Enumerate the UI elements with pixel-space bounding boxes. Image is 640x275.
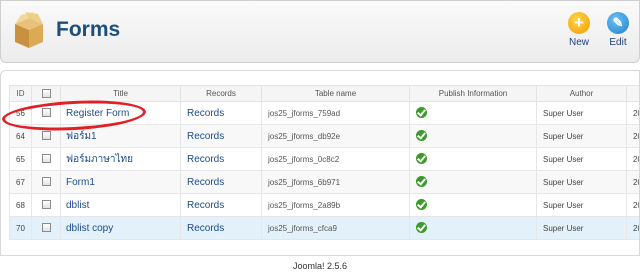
new-button[interactable]: + New [559, 12, 599, 48]
table-row: 65 ฟอร์มภาษาไทย Records jos25_jforms_0c8… [9, 147, 639, 171]
row-id: 67 [9, 170, 32, 194]
records-link[interactable]: Records [180, 193, 262, 217]
column-header-records: Records [180, 85, 262, 102]
column-header-author[interactable]: Author [536, 85, 627, 102]
row-id: 70 [9, 216, 32, 240]
table-row: 70 dblist copy Records jos25_jforms_cfca… [9, 216, 639, 240]
published-check-icon[interactable] [416, 107, 427, 119]
records-link[interactable]: Records [180, 124, 262, 148]
author: Super User [536, 170, 627, 194]
published-check-icon[interactable] [416, 153, 427, 165]
published-check-icon[interactable] [416, 176, 427, 188]
records-link[interactable]: Records [180, 147, 262, 171]
row-checkbox[interactable] [41, 177, 51, 187]
edit-button[interactable]: ✎ Edit [598, 12, 638, 48]
date: 20 [626, 193, 639, 217]
records-link[interactable]: Records [180, 101, 262, 125]
edit-button-label: Edit [609, 37, 627, 48]
toolbar-header: Forms + New ✎ Edit [0, 0, 640, 63]
published-check-icon[interactable] [416, 130, 427, 142]
date: 20 [626, 101, 639, 125]
form-title-link[interactable]: Form1 [60, 170, 181, 194]
row-checkbox[interactable] [41, 200, 51, 210]
date: 20 [626, 216, 639, 240]
column-header-select-all [31, 85, 61, 102]
table-row: 67 Form1 Records jos25_jforms_6b971 Supe… [9, 170, 639, 194]
table-name: jos25_jforms_6b971 [261, 170, 410, 194]
form-title-link[interactable]: dblist [60, 193, 181, 217]
select-all-checkbox[interactable] [41, 89, 51, 99]
row-checkbox[interactable] [41, 131, 51, 141]
date: 20 [626, 170, 639, 194]
author: Super User [536, 216, 627, 240]
author: Super User [536, 147, 627, 171]
table-row: 68 dblist Records jos25_jforms_2a89b Sup… [9, 193, 639, 217]
row-checkbox[interactable] [41, 223, 51, 233]
new-button-label: New [568, 37, 589, 48]
row-id: 65 [9, 147, 32, 171]
form-title-link[interactable]: dblist copy [60, 216, 181, 240]
column-header-table-name: Table name [261, 85, 410, 102]
version-footer: Joomla! 2.5.6 [292, 261, 348, 271]
plus-icon: + [568, 12, 590, 34]
form-title-link[interactable]: ฟอร์มภาษาไทย [60, 147, 181, 171]
pencil-icon: ✎ [607, 12, 629, 34]
published-check-icon[interactable] [416, 222, 427, 234]
table-name: jos25_jforms_cfca9 [261, 216, 410, 240]
row-checkbox[interactable] [41, 154, 51, 164]
column-header-title[interactable]: Title [60, 85, 181, 102]
table-name: jos25_jforms_db92e [261, 124, 410, 148]
forms-list-panel: ID Title Records Table name Publish Info… [0, 70, 640, 256]
table-name: jos25_jforms_2a89b [261, 193, 410, 217]
table-row: 64 ฟอร์ม1 Records jos25_jforms_db92e Sup… [9, 124, 639, 148]
author: Super User [536, 124, 627, 148]
records-link[interactable]: Records [180, 170, 262, 194]
row-id: 68 [9, 193, 32, 217]
page-title: Forms [56, 18, 121, 41]
author: Super User [536, 101, 627, 125]
column-header-publish: Publish Information [409, 85, 537, 102]
date: 20 [626, 124, 639, 148]
column-header-id[interactable]: ID [9, 85, 32, 102]
author: Super User [536, 193, 627, 217]
published-check-icon[interactable] [416, 199, 427, 211]
date: 20 [626, 147, 639, 171]
table-name: jos25_jforms_0c8c2 [261, 147, 410, 171]
column-header-date [626, 85, 639, 102]
table-name: jos25_jforms_759ad [261, 101, 410, 125]
records-link[interactable]: Records [180, 216, 262, 240]
table-header-row: ID Title Records Table name Publish Info… [9, 85, 639, 102]
forms-box-icon [15, 12, 43, 48]
